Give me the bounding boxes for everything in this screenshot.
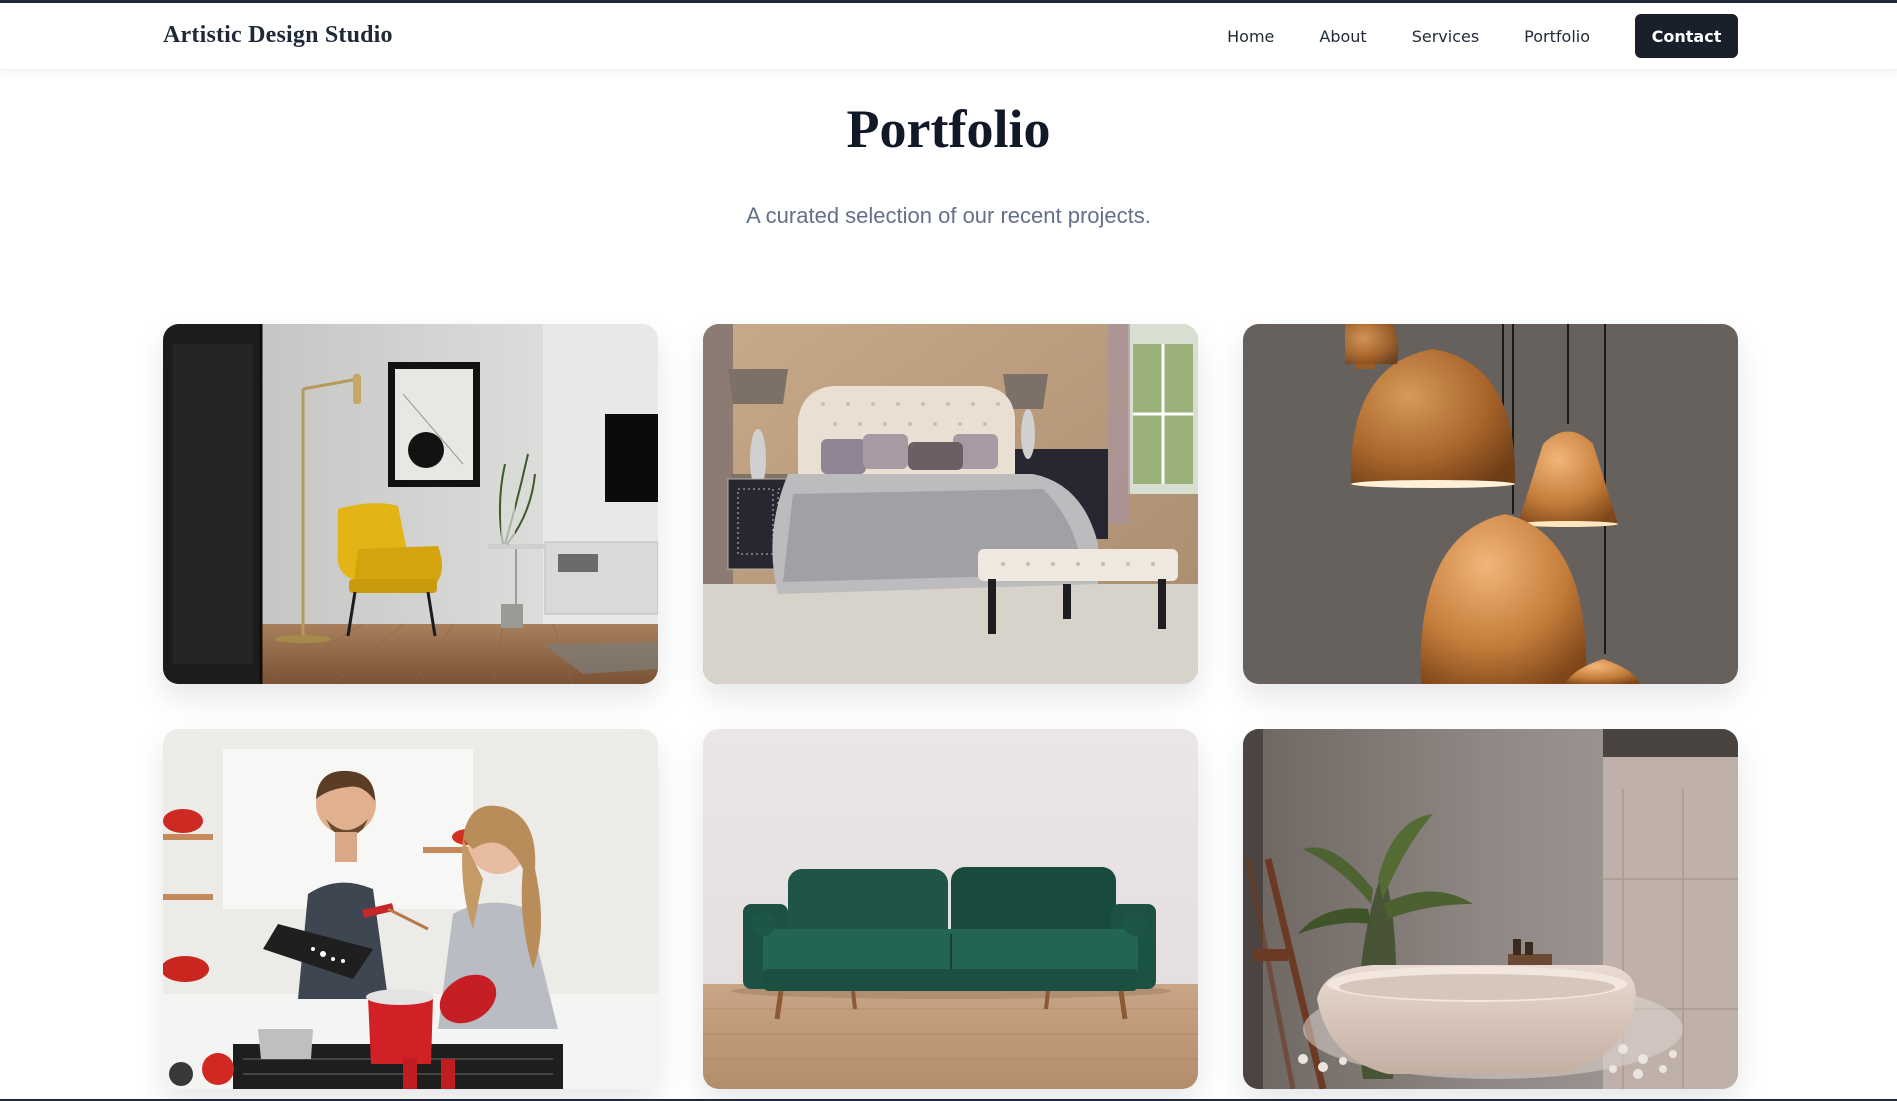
bedroom-tufted-bed-photo: [703, 324, 1198, 684]
nav-portfolio-link[interactable]: Portfolio: [1524, 27, 1590, 46]
portfolio-card-kitchen[interactable]: [163, 729, 658, 1089]
brand-logo[interactable]: Artistic Design Studio: [163, 22, 393, 49]
page-title: Portfolio: [846, 99, 1051, 159]
portfolio-card-pendant-lamps[interactable]: [1243, 324, 1738, 684]
portfolio-card-sofa[interactable]: [703, 729, 1198, 1089]
portfolio-card-bathroom[interactable]: [1243, 729, 1738, 1089]
nav-services-link[interactable]: Services: [1412, 27, 1479, 46]
nav-about-link[interactable]: About: [1319, 27, 1366, 46]
living-room-yellow-chair-photo: [163, 324, 658, 684]
portfolio-card-bedroom[interactable]: [703, 324, 1198, 684]
contact-button[interactable]: Contact: [1635, 14, 1738, 58]
couple-cooking-kitchen-photo: [163, 729, 658, 1089]
nav-links: Home About Services Portfolio Contact: [1227, 14, 1738, 58]
green-velvet-sofa-photo: [703, 729, 1198, 1089]
nav-home-link[interactable]: Home: [1227, 27, 1274, 46]
navbar: Artistic Design Studio Home About Servic…: [0, 3, 1897, 70]
freestanding-bathtub-photo: [1243, 729, 1738, 1089]
portfolio-card-living-room[interactable]: [163, 324, 658, 684]
copper-pendant-lamps-photo: [1243, 324, 1738, 684]
page-subtitle: A curated selection of our recent projec…: [746, 203, 1151, 228]
